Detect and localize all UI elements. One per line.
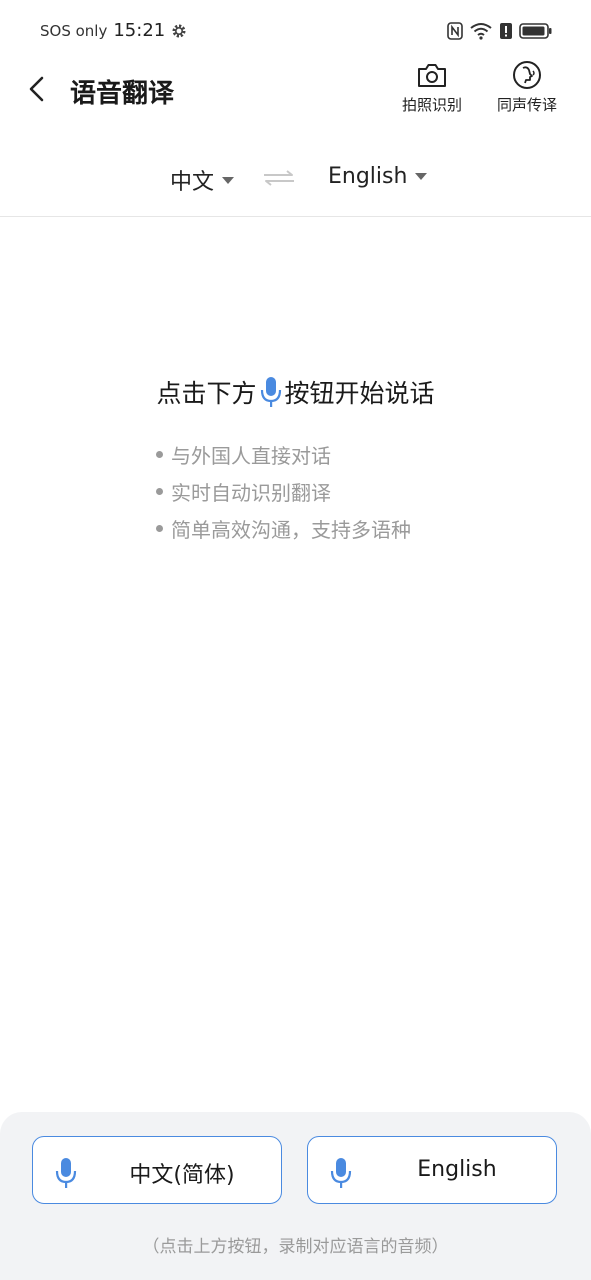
guide-title-after: 按钮开始说话: [284, 379, 435, 408]
list-item: 与外国人直接对话: [156, 436, 411, 473]
clock: 15:21: [113, 20, 166, 41]
speaking-head-icon: [513, 61, 541, 89]
status-bar: SOS only 15:21: [0, 0, 591, 66]
tips-list: 与外国人直接对话 实时自动识别翻译 简单高效沟通，支持多语种: [156, 436, 411, 547]
alert-icon: [500, 23, 512, 39]
photo-recognition-button[interactable]: 拍照识别: [387, 60, 477, 115]
wifi-icon: [470, 23, 492, 40]
tip-text: 与外国人直接对话: [171, 444, 331, 468]
guide-title: 点击下方 按钮开始说话: [0, 374, 591, 410]
simultaneous-interpretation-button[interactable]: 同声传译: [482, 60, 572, 115]
bullet-icon: [156, 488, 163, 495]
list-item: 简单高效沟通，支持多语种: [156, 510, 411, 547]
battery-icon: [519, 23, 552, 39]
voice-translate-screen: SOS only 15:21 语音翻译 拍照识别 同声传译 中文 English…: [0, 0, 591, 1280]
list-item: 实时自动识别翻译: [156, 473, 411, 510]
source-language-label: 中文: [170, 170, 215, 195]
nfc-icon: [447, 22, 463, 40]
back-arrow-icon[interactable]: [22, 72, 52, 106]
bullet-icon: [156, 525, 163, 532]
photo-recognition-label: 拍照识别: [401, 96, 462, 114]
target-language-select[interactable]: English: [328, 164, 428, 189]
tip-text: 实时自动识别翻译: [171, 481, 331, 505]
record-english-label: English: [417, 1157, 497, 1182]
status-left: SOS only 15:21: [40, 20, 187, 41]
gear-icon: [172, 24, 186, 37]
bullet-icon: [156, 451, 163, 458]
status-right: [447, 22, 553, 40]
language-selector-bar: 中文 English: [0, 140, 591, 217]
record-hint: （点击上方按钮，录制对应语言的音频）: [142, 1237, 449, 1257]
record-chinese-label: 中文(简体): [129, 1163, 235, 1188]
chevron-down-icon: [415, 173, 428, 180]
microphone-icon: [260, 377, 281, 407]
swap-icon[interactable]: [262, 170, 296, 186]
tip-text: 简单高效沟通，支持多语种: [171, 518, 411, 542]
chevron-down-icon: [222, 176, 235, 184]
target-language-label: English: [328, 164, 408, 189]
bottom-record-panel: 中文(简体) English （点击上方按钮，录制对应语言的音频）: [0, 1112, 591, 1280]
carrier-text: SOS only: [40, 21, 108, 40]
record-chinese-button[interactable]: 中文(简体): [32, 1136, 282, 1204]
page-title: 语音翻译: [70, 79, 175, 109]
source-language-select[interactable]: 中文: [170, 164, 235, 196]
app-header: 语音翻译 拍照识别 同声传译: [0, 60, 591, 130]
microphone-icon: [330, 1158, 352, 1188]
simultaneous-interpretation-label: 同声传译: [496, 96, 557, 114]
microphone-icon: [55, 1158, 77, 1188]
guide-title-before: 点击下方: [156, 379, 257, 408]
record-english-button[interactable]: English: [307, 1136, 557, 1204]
camera-icon: [418, 64, 446, 87]
